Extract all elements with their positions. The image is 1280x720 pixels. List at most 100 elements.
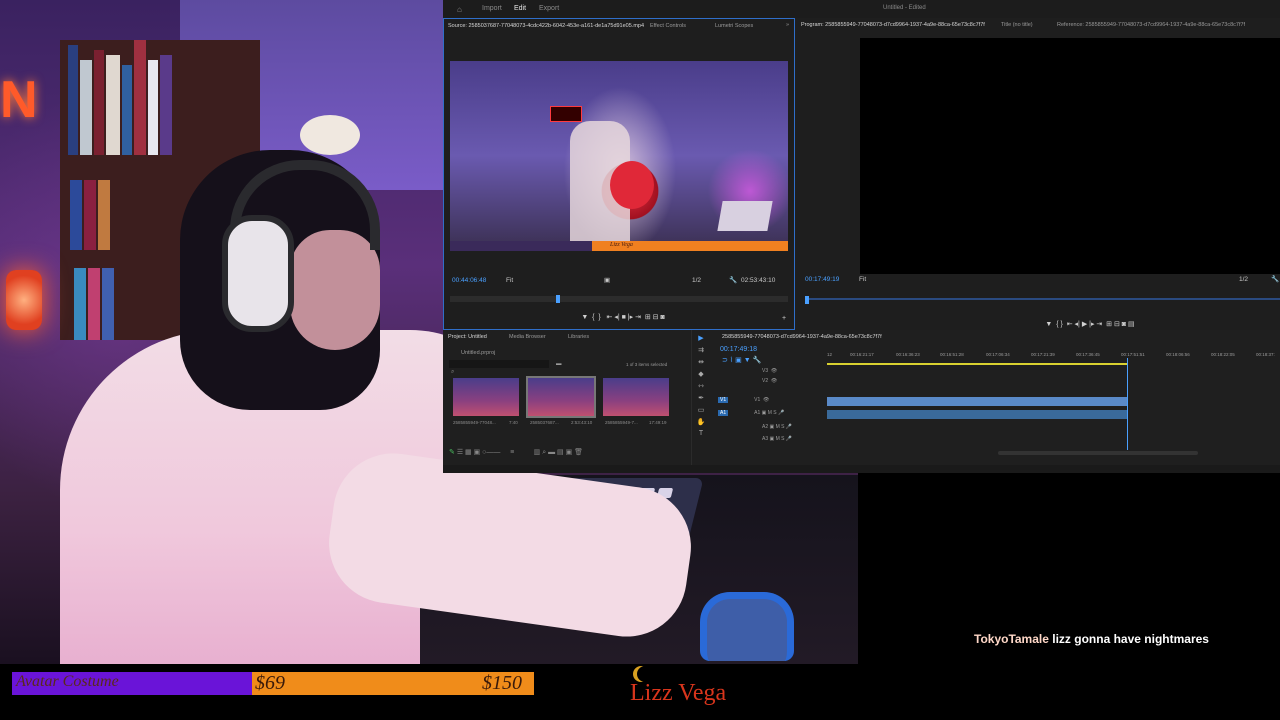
ruler-tick: 00:17:51:51 (1121, 352, 1145, 357)
chat-username: TokyoTamale (974, 632, 1049, 646)
ripple-edit-icon[interactable]: ⇹ (692, 358, 710, 366)
glowing-lamp (6, 270, 42, 330)
ruler-tick: 00:18:37: (1256, 352, 1275, 357)
selection-tool-icon[interactable]: ▶ (692, 334, 710, 342)
mouse-icon (700, 592, 794, 661)
goal-current: $69 (255, 672, 285, 694)
tab-media-browser[interactable]: Media Browser (509, 334, 546, 340)
track-header-a2[interactable]: A2 ▣ M S 🎤 (718, 424, 818, 433)
track-header-a3[interactable]: A3 ▣ M S 🎤 (718, 436, 818, 445)
track-header-v1[interactable]: V1 V1 👁 (718, 397, 818, 406)
editor-window: ⌂ Import Edit Export Untitled - Edited S… (443, 0, 1280, 473)
type-tool-icon[interactable]: T (692, 430, 710, 437)
clip-thumbnail[interactable] (603, 378, 669, 416)
clip-thumbnail[interactable] (453, 378, 519, 416)
search-input[interactable]: ⌕ (449, 360, 549, 375)
razor-icon[interactable]: ◆ (692, 370, 710, 378)
clip-name: 2585037687... (530, 420, 559, 425)
program-transport: ▼ { } ⇤ ◂| ▶ |▸ ⇥ ⊞ ⊟ ◙ ▤ (965, 313, 1215, 331)
add-button[interactable]: + (782, 315, 786, 322)
menu-export[interactable]: Export (539, 5, 559, 12)
ruler-tick: 00:18:06:56 (1166, 352, 1190, 357)
timeline-timecode[interactable]: 00:17:49:18 (720, 346, 757, 353)
wall-decoration (300, 115, 360, 155)
pen-icon[interactable]: ✒ (692, 394, 710, 402)
track-header-a1[interactable]: A1 A1 ▣ M S 🎤 (718, 410, 818, 419)
ruler-tick: 00:16:36:23 (896, 352, 920, 357)
clip-name: 2585855949-77048... (453, 420, 496, 425)
rectangle-icon[interactable]: ▭ (692, 406, 710, 414)
neon-open-sign (550, 106, 582, 122)
source-overlay-bar: Lizz Vega (450, 241, 788, 251)
marker-icon[interactable]: ▼ { } ⇤ ◂| ■ |▸ ⇥ ⊞ ⊟ ◙ (581, 314, 664, 321)
source-scale-select[interactable]: 1/2 (692, 277, 701, 284)
source-transport: ▼ { } ⇤ ◂| ■ |▸ ⇥ ⊞ ⊟ ◙ (456, 306, 790, 324)
program-timecode[interactable]: 00:17:49:19 (805, 276, 839, 283)
timeline-zoom-scrollbar[interactable] (998, 451, 1198, 455)
audio-clip[interactable] (827, 410, 1127, 419)
program-fit-select[interactable]: Fit (859, 276, 866, 283)
track-select-icon[interactable]: ⇉ (692, 346, 710, 354)
hand-icon[interactable]: ✋ (692, 418, 710, 426)
neon-sign: N (0, 71, 38, 129)
clip-duration: 7:40 (509, 420, 518, 425)
program-scrub-bar[interactable] (805, 298, 1280, 300)
track-header-v2[interactable]: V2 👁 (718, 378, 818, 387)
source-scrub-bar[interactable] (450, 296, 788, 302)
program-scale-select[interactable]: 1/2 (1239, 276, 1248, 283)
program-wrench-icon[interactable]: 🔧 (1271, 275, 1279, 283)
track-header-v3[interactable]: V3 👁 (718, 368, 818, 377)
pencil-icon[interactable]: ✎ (449, 449, 455, 456)
tab-effect-controls[interactable]: Effect Controls (650, 23, 686, 29)
tab-project[interactable]: Project: Untitled (448, 334, 487, 340)
chat-message: TokyoTamale lizz gonna have nightmares (974, 632, 1209, 646)
timeline-playhead[interactable] (1127, 358, 1128, 450)
headphones-icon (222, 215, 294, 332)
chat-text: lizz gonna have nightmares (1052, 632, 1209, 646)
red-balloon (610, 161, 654, 209)
clip-name: 2585855949-7... (605, 420, 638, 425)
window-title: Untitled - Edited (883, 5, 926, 11)
clip-thumbnail-selected[interactable] (526, 376, 596, 418)
timeline-tools-icon[interactable]: ⊃ ⌇ ▣ ▼ 🔧 (722, 356, 761, 364)
tab-sequence[interactable]: 2585855949-77048073-d7cd9964-1937-4a9e-8… (722, 334, 882, 340)
tab-lumetri-scopes[interactable]: Lumetri Scopes (715, 23, 753, 29)
tab-libraries[interactable]: Libraries (568, 334, 589, 340)
work-area-bar[interactable] (827, 363, 1127, 365)
menu-edit[interactable]: Edit (514, 5, 526, 12)
home-icon[interactable]: ⌂ (457, 5, 462, 14)
source-overlay-name: Lizz Vega (610, 242, 633, 248)
goal-max: $150 (482, 672, 522, 694)
project-bin[interactable]: Untitled.prproj (461, 350, 495, 356)
source-playhead[interactable] (556, 295, 560, 303)
source-duration: 02:53:43:10 (741, 277, 776, 284)
tab-title[interactable]: Title (no title) (1001, 22, 1033, 28)
slip-icon[interactable]: ⇿ (692, 382, 710, 390)
source-settings-icon[interactable]: ▣ (604, 276, 610, 284)
ruler-tick: 00:17:06:34 (986, 352, 1010, 357)
source-fit-select[interactable]: Fit (506, 277, 513, 284)
project-footer: ✎ ☰ ▦ ▣ ○—— ≡ ▥ ⌕ ▬ ▤ ▣ 🗑 (449, 449, 584, 456)
clip-duration: 2:53:43:10 (571, 420, 593, 425)
wrench-icon[interactable]: 🔧 (729, 276, 737, 284)
ruler-tick: 00:16:21:17 (850, 352, 874, 357)
source-video-frame (450, 61, 788, 251)
program-video-frame (860, 38, 1280, 274)
source-timecode[interactable]: 00:44:06:48 (452, 277, 486, 284)
source-monitor: Source: 2585037687-77048073-4cdc422b-604… (443, 18, 795, 330)
new-bin-icon[interactable]: ▬ (556, 361, 562, 367)
tab-reference[interactable]: Reference: 2585855949-77048073-d7cd9964-… (1057, 22, 1245, 28)
project-panel: Project: Untitled Media Browser Librarie… (443, 330, 691, 473)
top-bar: ⌂ Import Edit Export Untitled - Edited (443, 0, 1280, 18)
status-bar (443, 465, 1280, 473)
program-controls-icon[interactable]: ▼ { } ⇤ ◂| ▶ |▸ ⇥ ⊞ ⊟ ◙ ▤ (1045, 321, 1134, 328)
tab-program[interactable]: Program: 2585855949-77048073-d7cd9964-19… (801, 22, 985, 28)
panel-menu-icon[interactable]: » (786, 22, 789, 28)
menu-import[interactable]: Import (482, 5, 502, 12)
video-clip[interactable] (827, 397, 1127, 406)
timeline-panel: 2585855949-77048073-d7cd9964-1937-4a9e-8… (710, 330, 1280, 473)
search-icon: ⌕ (451, 369, 455, 375)
program-playhead[interactable] (805, 296, 809, 304)
tab-source[interactable]: Source: 2585037687-77048073-4cdc422b-604… (448, 23, 644, 29)
ruler-tick: 00:18:22:05 (1211, 352, 1235, 357)
